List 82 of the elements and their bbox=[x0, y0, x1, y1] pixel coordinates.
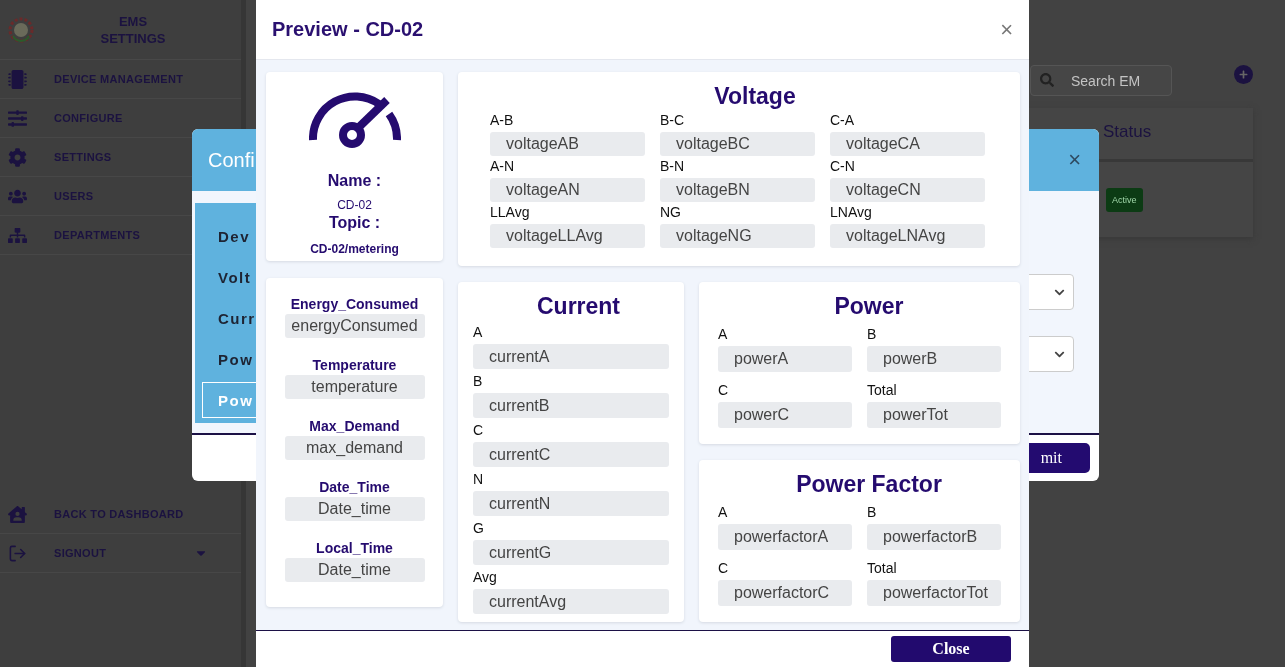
value-field: voltageLNAvg bbox=[830, 224, 985, 248]
search-field[interactable]: Search EM bbox=[1030, 65, 1172, 96]
close-button[interactable]: Close bbox=[891, 636, 1011, 662]
tab[interactable]: Volt bbox=[218, 268, 252, 286]
field-label: B bbox=[867, 326, 878, 342]
section-title: Power bbox=[833, 293, 905, 320]
value-field: currentA bbox=[473, 344, 669, 369]
value-field: powerfactorC bbox=[718, 580, 852, 606]
name-label: Name : bbox=[327, 172, 382, 190]
field-label: LLAvg bbox=[490, 204, 531, 220]
search-icon bbox=[1040, 73, 1054, 87]
value-field: powerfactorA bbox=[718, 524, 852, 550]
value-field: powerfactorB bbox=[867, 524, 1001, 550]
tab[interactable]: Pow bbox=[218, 350, 254, 368]
tab[interactable]: Pow bbox=[218, 391, 254, 409]
sliders-icon bbox=[6, 108, 28, 128]
field-label: Energy_Consumed bbox=[290, 296, 419, 312]
value-field: powerC bbox=[718, 402, 852, 428]
field-label: G bbox=[473, 520, 485, 536]
value-field: temperature bbox=[284, 375, 425, 399]
field-label: C bbox=[718, 560, 730, 576]
value-field: powerA bbox=[718, 346, 852, 372]
field-label: Local_Time bbox=[316, 540, 393, 556]
value-field: Date_time bbox=[284, 558, 425, 582]
field-label: B-C bbox=[660, 112, 686, 128]
status-badge: Active bbox=[1106, 188, 1143, 212]
field-label: B bbox=[473, 373, 484, 389]
value-field: voltageCA bbox=[830, 132, 985, 156]
settings-icon bbox=[6, 147, 28, 167]
close-button[interactable]: × bbox=[996, 18, 1017, 41]
topic-value: CD-02/metering bbox=[310, 242, 399, 256]
field-label: NG bbox=[660, 204, 682, 220]
value-field: currentN bbox=[473, 491, 669, 516]
device-name: CD-02 bbox=[337, 198, 372, 212]
sitemap-icon bbox=[6, 225, 28, 245]
value-field: currentC bbox=[473, 442, 669, 467]
value-field: currentB bbox=[473, 393, 669, 418]
value-field: voltageCN bbox=[830, 178, 985, 202]
field-label: A bbox=[718, 504, 729, 520]
field-label: C bbox=[473, 422, 485, 438]
value-field: voltageAB bbox=[490, 132, 645, 156]
field-label: Date_Time bbox=[319, 479, 390, 495]
field-label: C-N bbox=[830, 158, 856, 174]
value-field: voltageBC bbox=[660, 132, 815, 156]
field-label: C-A bbox=[830, 112, 856, 128]
field-label: Max_Demand bbox=[309, 418, 400, 434]
field-label: B bbox=[867, 504, 878, 520]
field-label: Temperature bbox=[312, 357, 397, 373]
section-title: Current bbox=[535, 293, 622, 320]
value-field: powerfactorTot bbox=[867, 580, 1001, 606]
value-field: powerB bbox=[867, 346, 1001, 372]
chip-icon bbox=[6, 69, 28, 89]
value-field: max_demand bbox=[284, 436, 425, 460]
value-field: energyConsumed bbox=[284, 314, 425, 338]
field-label: C bbox=[718, 382, 730, 398]
value-field: voltageAN bbox=[490, 178, 645, 202]
plus-icon bbox=[1239, 70, 1248, 79]
tab[interactable]: Curr bbox=[218, 309, 256, 327]
value-field: currentAvg bbox=[473, 589, 669, 614]
field-label: A bbox=[718, 326, 729, 342]
value-field: voltageNG bbox=[660, 224, 815, 248]
field-label: N bbox=[473, 471, 485, 487]
value-field: powerTot bbox=[867, 402, 1001, 428]
add-button[interactable] bbox=[1234, 65, 1253, 84]
field-label: Total bbox=[867, 382, 898, 398]
value-field: currentG bbox=[473, 540, 669, 565]
topic-label: Topic : bbox=[328, 214, 381, 232]
section-title: Power Factor bbox=[795, 471, 943, 498]
section-title: Voltage bbox=[713, 83, 797, 110]
value-field: voltageLLAvg bbox=[490, 224, 645, 248]
dialog-title: Preview - CD-02 bbox=[272, 18, 424, 41]
value-field: voltageBN bbox=[660, 178, 815, 202]
field-label: A-N bbox=[490, 158, 516, 174]
home-icon bbox=[6, 504, 28, 524]
gauge-icon bbox=[308, 90, 401, 148]
field-label: A-B bbox=[490, 112, 515, 128]
field-label: LNAvg bbox=[830, 204, 873, 220]
field-label: Total bbox=[867, 560, 898, 576]
value-field: Date_time bbox=[284, 497, 425, 521]
field-label: B-N bbox=[660, 158, 686, 174]
field-label: Avg bbox=[473, 569, 498, 585]
field-label: A bbox=[473, 324, 484, 340]
